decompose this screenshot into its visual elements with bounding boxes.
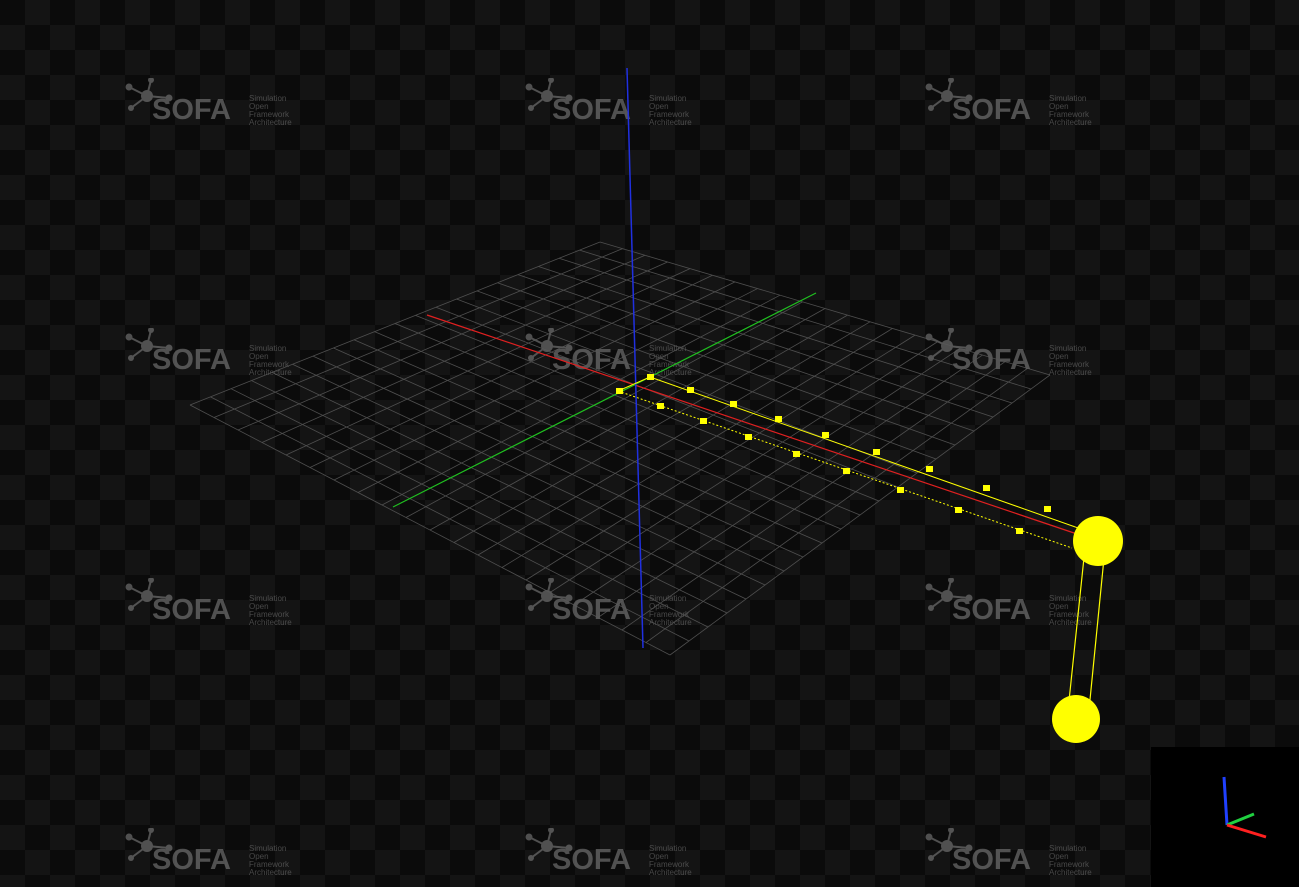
beam-node [616, 388, 623, 394]
grid-line [210, 396, 690, 642]
beam-node [647, 374, 654, 380]
grid-line [251, 380, 728, 614]
link-rod-right [1087, 547, 1106, 721]
beam-node [983, 485, 990, 491]
beam-node [955, 507, 962, 513]
xyz-axis-gizmo-icon [1222, 776, 1267, 839]
beam-node [775, 416, 782, 422]
beam-node [687, 387, 694, 393]
grid-line [189, 404, 671, 656]
upper-sphere[interactable] [1073, 516, 1123, 566]
floor-grid [189, 241, 1051, 656]
beam-node [793, 451, 800, 457]
grid-line [645, 368, 1028, 643]
beam-node [700, 418, 707, 424]
scene-canvas[interactable] [0, 0, 1299, 887]
beam-node [730, 401, 737, 407]
beam-node [1016, 528, 1023, 534]
beam-node [657, 403, 664, 409]
beam-node [926, 466, 933, 472]
beam-node [843, 468, 850, 474]
link-rod-left [1066, 547, 1086, 721]
lower-sphere[interactable] [1052, 695, 1100, 743]
beam-node [873, 449, 880, 455]
beam-node [822, 432, 829, 438]
beam-model[interactable] [616, 374, 1123, 743]
grid-line [669, 374, 1051, 656]
orientation-gizmo [1151, 747, 1299, 887]
beam-node [1044, 506, 1051, 512]
z-axis-line [626, 67, 644, 649]
beam-node [745, 434, 752, 440]
3d-viewport[interactable]: SOFA Simulation Open Framework Architecture… [0, 0, 1299, 887]
beam-node [897, 487, 904, 493]
